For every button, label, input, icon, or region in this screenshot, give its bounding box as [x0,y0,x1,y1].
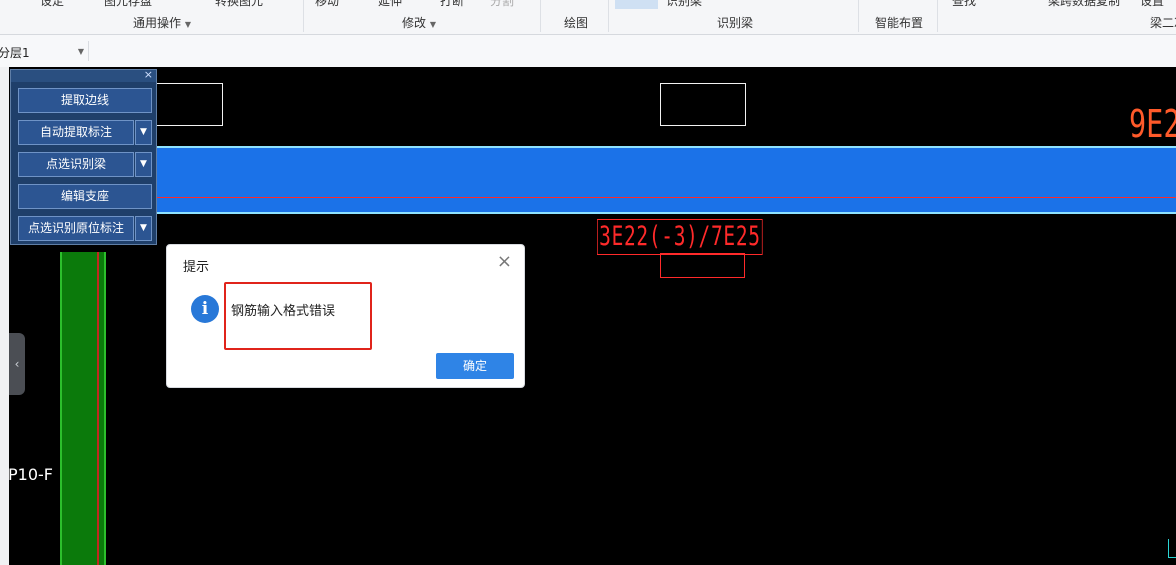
info-icon: i [191,295,219,323]
column-centerline [97,252,99,565]
ribbon-separator [608,0,609,32]
ribbon-item-copy-span[interactable]: 梁跨数据复制 [1048,0,1120,9]
edit-support-button[interactable]: 编辑支座 [18,184,152,209]
cad-rectangle [660,83,746,126]
dropdown-arrow-icon: ▼ [184,20,191,29]
floor-toolbar: 分层1 ▼ [0,35,1176,68]
ribbon-group-draw[interactable]: 绘图 [564,14,588,31]
ribbon-separator [937,0,938,32]
pick-identify-inplace-label-button[interactable]: 点选识别原位标注 [18,216,134,241]
rebar-annotation-right[interactable]: 9E2 [1129,103,1176,145]
ribbon-separator [303,0,304,32]
highlight-box [224,282,372,350]
dropdown-arrow-icon[interactable]: ▼ [135,120,152,145]
left-edge-strip [0,67,9,565]
rebar-annotation[interactable]: 3E22(-3)/7E25 [597,219,763,255]
close-icon[interactable]: × [497,251,512,272]
ribbon-item-identify-beam[interactable]: 识别梁 [666,0,702,9]
auto-extract-label-button[interactable]: 自动提取标注 [18,120,134,145]
column-mark-label: P10-F [8,465,53,484]
dialog-title: 提示 [183,260,210,275]
ribbon-item-setting[interactable]: 设定 [40,0,64,9]
ribbon-group-modify[interactable]: 修改 ▼ [402,14,436,31]
beam-centerline [107,197,1176,198]
ribbon-item-find[interactable]: 查找 [952,0,976,9]
alert-dialog: 提示 × i 钢筋输入格式错误 确定 [166,244,525,388]
identify-beam-panel: × 提取边线 自动提取标注 ▼ 点选识别梁 ▼ 编辑支座 点选识别原位标注 ▼ [10,68,157,245]
ribbon-item-move[interactable]: 移动 [315,0,339,9]
close-icon[interactable]: × [144,68,153,81]
ribbon-item-save-element[interactable]: 图元存盘 [104,0,152,9]
dropdown-arrow-icon[interactable]: ▼ [135,152,152,177]
panel-titlebar[interactable]: × [11,68,156,82]
ribbon-separator [858,0,859,32]
extract-edge-button[interactable]: 提取边线 [18,88,152,113]
ribbon-group-beam-edit[interactable]: 梁二次编辑 [1150,14,1176,31]
ribbon-selected-tool[interactable] [615,0,658,9]
axis-indicator-icon [1168,539,1176,558]
column-element[interactable] [60,252,106,565]
beam-element[interactable] [107,146,1176,214]
dropdown-arrow-icon[interactable]: ▼ [135,216,152,241]
floor-select[interactable]: 分层1 ▼ [0,41,89,61]
ribbon-toolbar: 设定 图元存盘 转换图元 移动 延伸 打断 分割 识别梁 查找 梁跨数据复制 设… [0,0,1176,35]
ribbon-group-identify-beam[interactable]: 识别梁 [717,14,753,31]
ribbon-item-break[interactable]: 打断 [440,0,464,9]
collapse-left-icon[interactable]: ‹ [9,333,25,395]
ribbon-item-extend[interactable]: 延伸 [378,0,402,9]
floor-select-value: 分层1 [0,46,30,60]
pick-identify-beam-button[interactable]: 点选识别梁 [18,152,134,177]
ribbon-item-convert-element[interactable]: 转换图元 [215,0,263,9]
ribbon-group-smart-layout[interactable]: 智能布置 [875,14,923,31]
cad-rectangle [155,83,223,126]
ok-button[interactable]: 确定 [436,353,514,379]
chevron-down-icon: ▼ [77,47,84,56]
ribbon-separator [540,0,541,32]
dropdown-arrow-icon: ▼ [429,20,436,29]
ribbon-item-split[interactable]: 分割 [490,0,514,9]
annotation-box [660,253,745,278]
ribbon-group-general[interactable]: 通用操作 ▼ [133,14,191,31]
ribbon-item-settings[interactable]: 设置 [1140,0,1164,9]
